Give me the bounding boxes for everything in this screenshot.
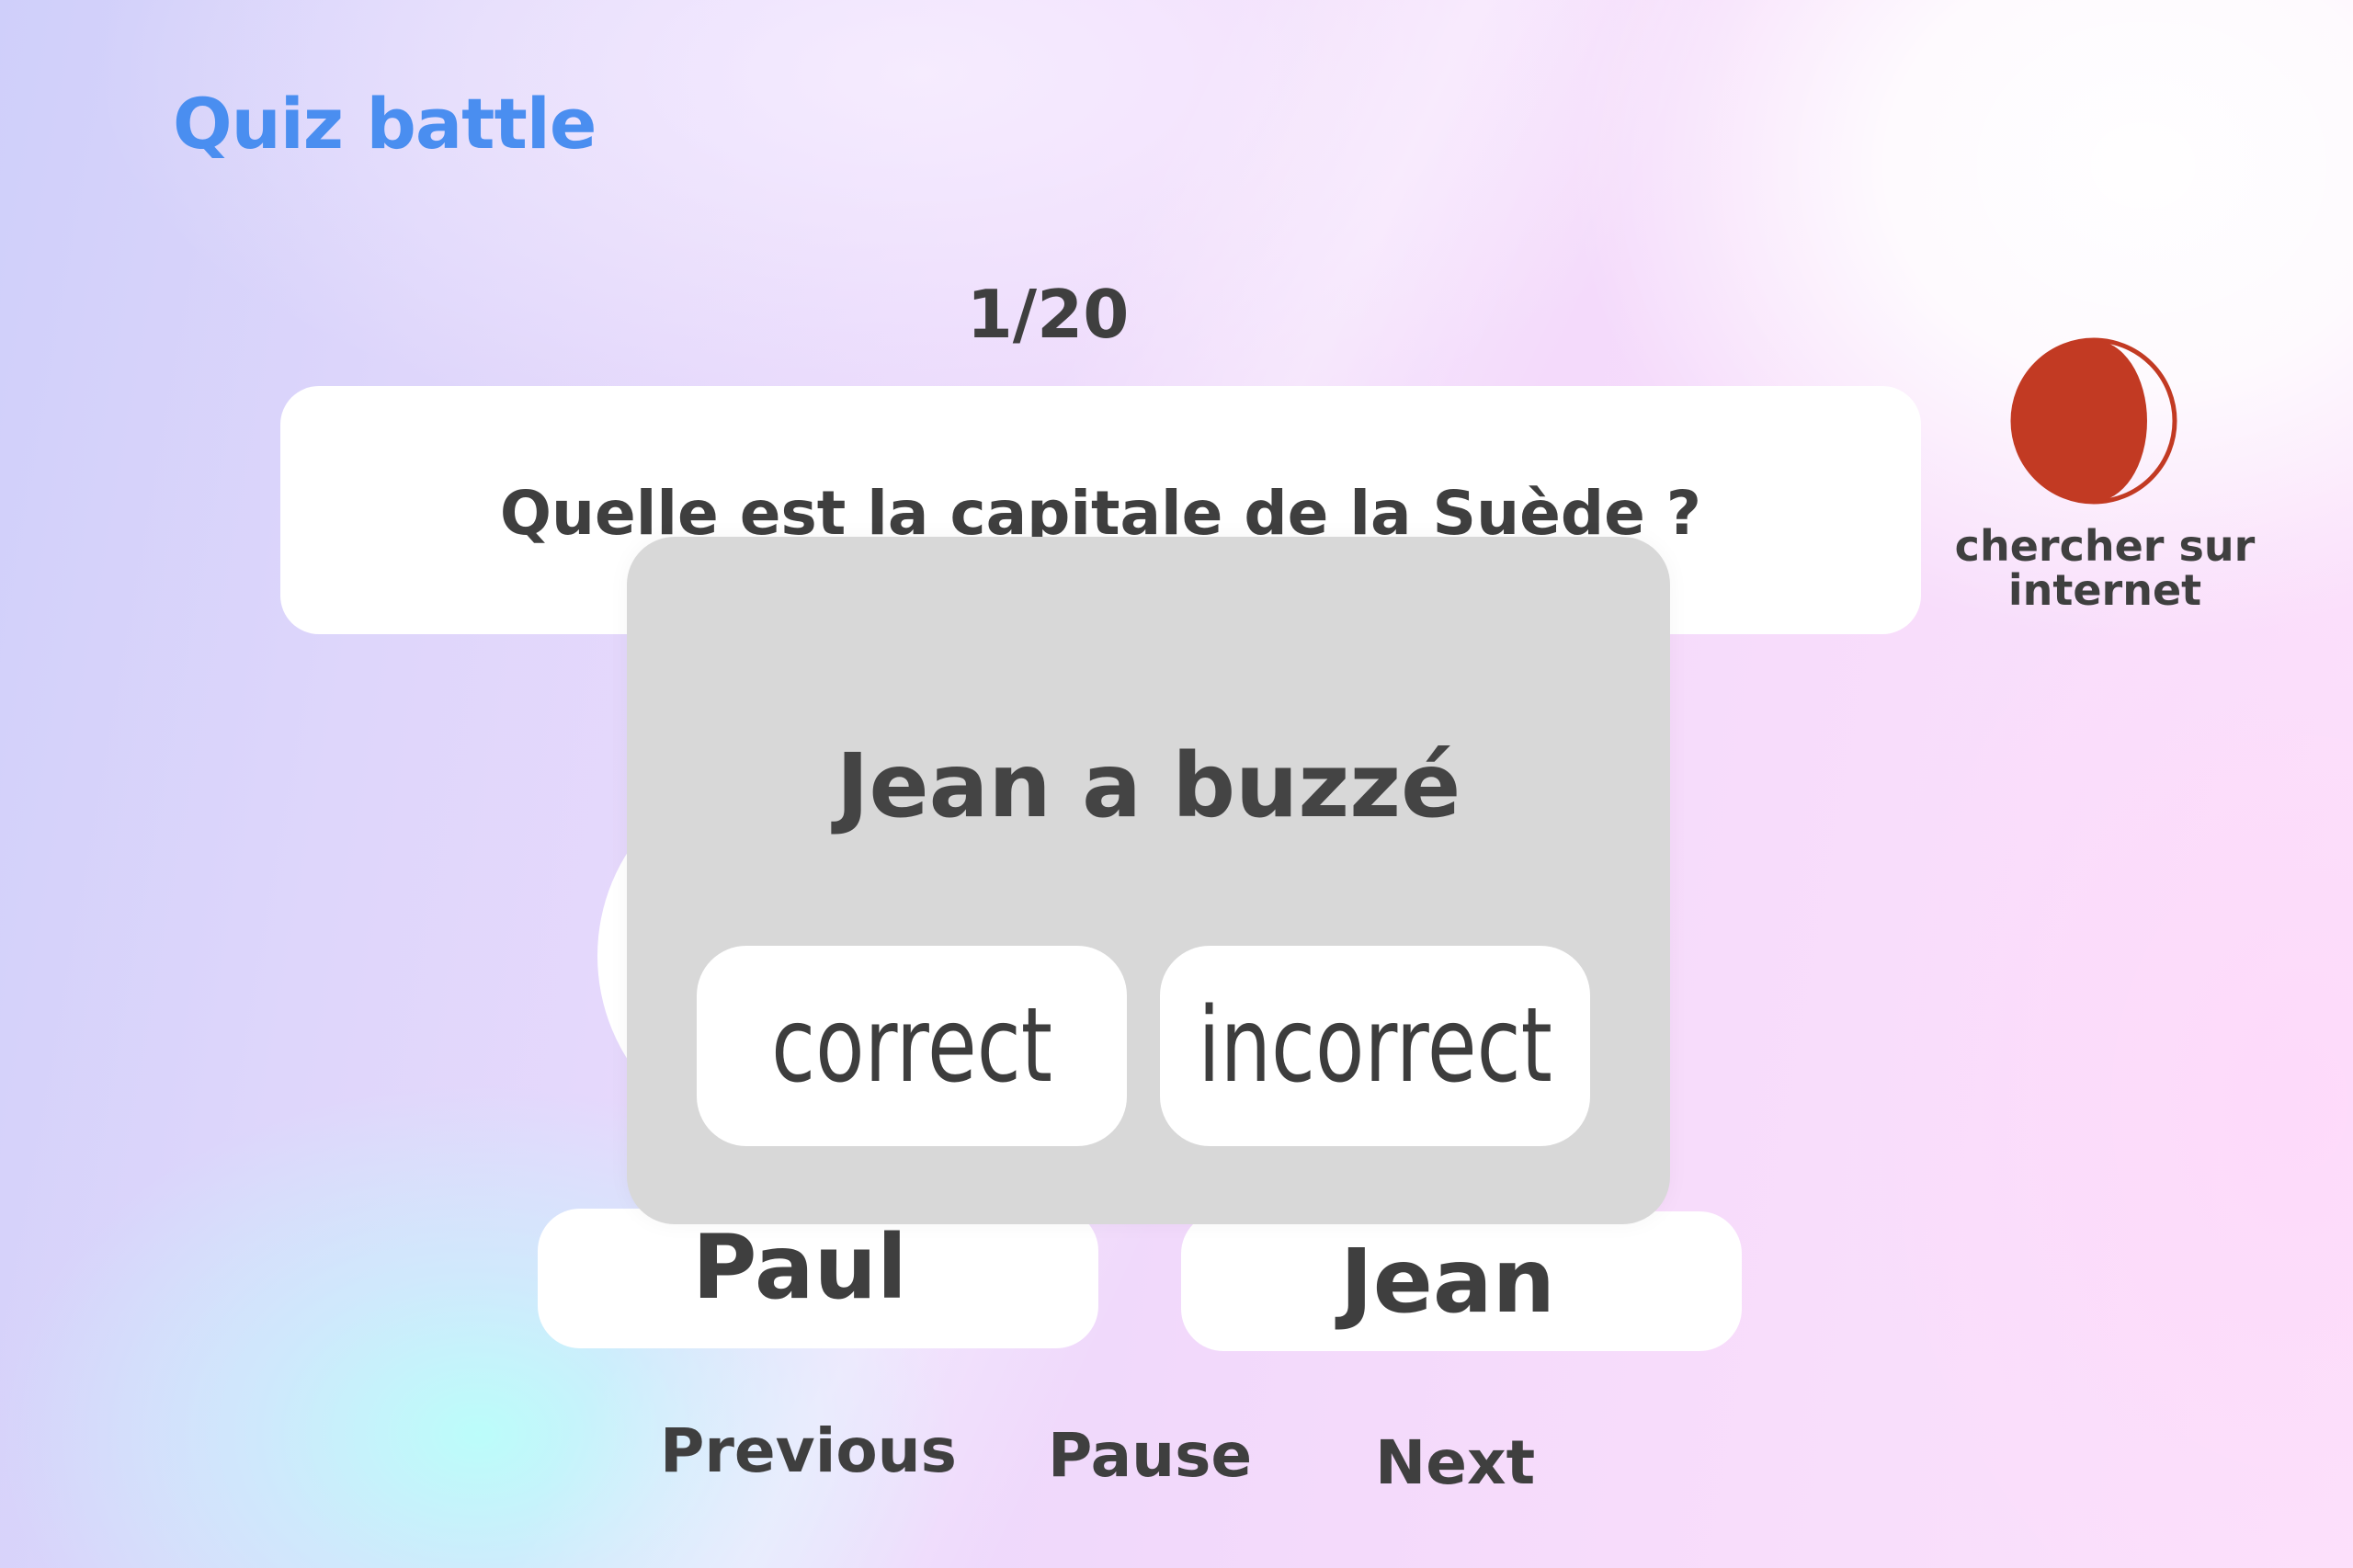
modal-title: Jean a buzzé — [835, 734, 1461, 837]
app-title: Quiz battle — [173, 83, 597, 165]
player-name: Jean — [1340, 1230, 1555, 1333]
player-name: Paul — [692, 1216, 907, 1319]
pause-button[interactable]: Pause — [1048, 1420, 1252, 1491]
search-internet-label: chercher sur internet — [1954, 521, 2256, 615]
next-button[interactable]: Next — [1375, 1427, 1535, 1498]
incorrect-label: incorrect — [1198, 986, 1552, 1106]
incorrect-button[interactable]: incorrect — [1160, 946, 1590, 1146]
player-button-jean[interactable]: Jean — [1181, 1211, 1742, 1351]
correct-label: correct — [771, 986, 1052, 1106]
previous-button[interactable]: Previous — [660, 1415, 957, 1486]
question-counter: 1/20 — [966, 276, 1130, 353]
moon-icon — [2010, 337, 2177, 505]
correct-button[interactable]: correct — [697, 946, 1127, 1146]
buzz-modal: Jean a buzzé correct incorrect — [627, 537, 1670, 1224]
player-button-paul[interactable]: Paul — [538, 1209, 1098, 1348]
search-internet-button[interactable]: chercher sur internet — [1949, 331, 2261, 625]
